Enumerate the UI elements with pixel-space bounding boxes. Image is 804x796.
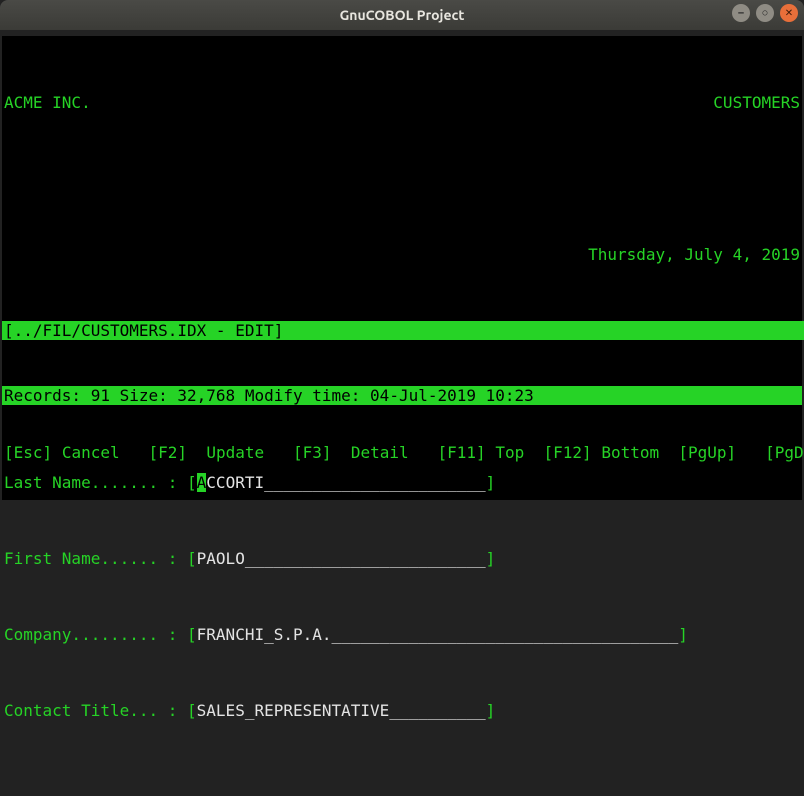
contact-title-input[interactable]: SALES_REPRESENTATIVE__________ bbox=[197, 701, 486, 720]
org-name: ACME INC. bbox=[4, 93, 91, 112]
screen-name: CUSTOMERS bbox=[713, 93, 800, 112]
esc-key[interactable]: [Esc] Cancel bbox=[4, 443, 120, 462]
f12-key[interactable]: [F12] Bottom bbox=[544, 443, 660, 462]
field-label: Contact Title... : bbox=[4, 701, 177, 720]
first-name-input[interactable]: PAOLO_________________________ bbox=[197, 549, 486, 568]
field-first-name: First Name...... : [PAOLO_______________… bbox=[2, 549, 802, 568]
window-controls bbox=[732, 4, 798, 22]
f3-key[interactable]: [F3] Detail bbox=[293, 443, 409, 462]
status-text: Records: 91 Size: 32,768 Modify time: 04… bbox=[4, 386, 534, 405]
window-titlebar: GnuCOBOL Project bbox=[0, 0, 804, 30]
field-contact-title: Contact Title... : [SALES_REPRESENTATIVE… bbox=[2, 701, 802, 720]
function-key-bar: [Esc] Cancel [F2] Update [F3] Detail [F1… bbox=[2, 443, 802, 462]
modeline-text: [../FIL/CUSTOMERS.IDX - EDIT] bbox=[4, 321, 283, 340]
minimize-icon[interactable] bbox=[732, 4, 750, 22]
pgup-key[interactable]: [PgUp] bbox=[678, 443, 736, 462]
window-title: GnuCOBOL Project bbox=[340, 7, 465, 23]
field-company: Company......... : [FRANCHI_S.P.A.______… bbox=[2, 625, 802, 644]
date-row: Thursday, July 4, 2019 bbox=[2, 245, 802, 264]
blank bbox=[2, 169, 802, 188]
maximize-icon[interactable] bbox=[756, 4, 774, 22]
field-label: First Name...... : bbox=[4, 549, 177, 568]
modeline: [../FIL/CUSTOMERS.IDX - EDIT] bbox=[2, 321, 804, 340]
pgdn-key[interactable]: [PgDn] bbox=[765, 443, 804, 462]
f2-key[interactable]: [F2] Update bbox=[149, 443, 265, 462]
f11-key[interactable]: [F11] Top bbox=[438, 443, 525, 462]
company-input[interactable]: FRANCHI_S.P.A.__________________________… bbox=[197, 625, 679, 644]
close-icon[interactable] bbox=[780, 4, 798, 22]
date-text: Thursday, July 4, 2019 bbox=[588, 245, 800, 264]
status-bar: Records: 91 Size: 32,768 Modify time: 04… bbox=[2, 386, 802, 405]
field-label: Company......... : bbox=[4, 625, 177, 644]
terminal: ACME INC. CUSTOMERS Thursday, July 4, 20… bbox=[2, 36, 802, 500]
header-row: ACME INC. CUSTOMERS bbox=[2, 93, 802, 112]
